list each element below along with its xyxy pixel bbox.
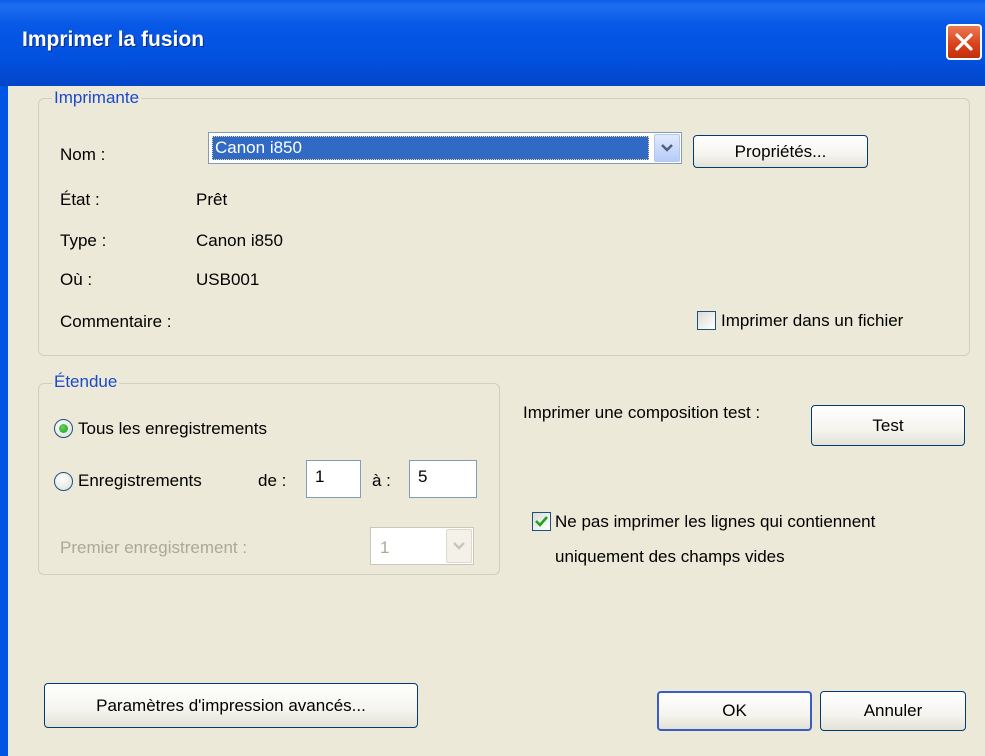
test-button[interactable]: Test bbox=[811, 405, 965, 446]
print-to-file-label[interactable]: Imprimer dans un fichier bbox=[721, 311, 903, 331]
print-merge-dialog: Imprimer la fusion Imprimante Nom : Cano… bbox=[0, 0, 985, 756]
state-value: Prêt bbox=[196, 190, 228, 209]
to-label: à : bbox=[372, 471, 391, 490]
skip-blank-lines-checkbox[interactable] bbox=[532, 512, 551, 531]
cancel-button[interactable]: Annuler bbox=[820, 691, 966, 731]
range-group-legend: Étendue bbox=[52, 372, 120, 392]
skip-blank-lines-label-2[interactable]: uniquement des champs vides bbox=[555, 547, 785, 567]
all-records-label[interactable]: Tous les enregistrements bbox=[78, 419, 267, 439]
chevron-down-icon bbox=[453, 542, 465, 550]
comment-label: Commentaire : bbox=[60, 312, 172, 331]
printer-group-legend: Imprimante bbox=[52, 88, 142, 108]
printer-name-select[interactable]: Canon i850 bbox=[208, 132, 682, 164]
print-to-file-checkbox[interactable] bbox=[697, 311, 716, 330]
first-record-label: Premier enregistrement : bbox=[60, 538, 248, 557]
printer-dropdown-button[interactable] bbox=[654, 134, 680, 162]
from-input[interactable]: 1 bbox=[306, 460, 361, 498]
ok-button[interactable]: OK bbox=[657, 691, 812, 731]
title-bar[interactable]: Imprimer la fusion bbox=[0, 0, 985, 86]
test-label: Imprimer une composition test : bbox=[523, 403, 761, 422]
properties-button[interactable]: Propriétés... bbox=[693, 135, 868, 168]
state-label: État : bbox=[60, 190, 100, 209]
printer-name-value: Canon i850 bbox=[212, 136, 649, 160]
where-label: Où : bbox=[60, 270, 93, 289]
first-record-dropdown-button[interactable] bbox=[446, 529, 472, 563]
close-button[interactable] bbox=[946, 24, 982, 60]
to-input[interactable]: 5 bbox=[409, 460, 477, 498]
where-value: USB001 bbox=[196, 270, 260, 289]
advanced-settings-button[interactable]: Paramètres d'impression avancés... bbox=[44, 683, 418, 728]
from-label: de : bbox=[258, 471, 287, 490]
skip-blank-lines-label-1[interactable]: Ne pas imprimer les lignes qui contienne… bbox=[555, 512, 875, 532]
chevron-down-icon bbox=[661, 144, 673, 152]
close-icon bbox=[955, 33, 973, 51]
first-record-select[interactable]: 1 bbox=[370, 527, 474, 565]
first-record-value: 1 bbox=[380, 538, 390, 557]
printer-name-label: Nom : bbox=[60, 145, 106, 164]
all-records-radio[interactable] bbox=[54, 419, 73, 438]
dialog-title: Imprimer la fusion bbox=[22, 28, 205, 51]
records-range-radio[interactable] bbox=[54, 472, 73, 491]
radio-selected-dot bbox=[59, 424, 68, 433]
records-range-label[interactable]: Enregistrements bbox=[78, 471, 202, 491]
dialog-body: Imprimante Nom : Canon i850 Propriétés..… bbox=[8, 86, 985, 756]
type-label: Type : bbox=[60, 231, 107, 250]
type-value: Canon i850 bbox=[196, 231, 283, 250]
checkmark-icon bbox=[535, 516, 548, 527]
